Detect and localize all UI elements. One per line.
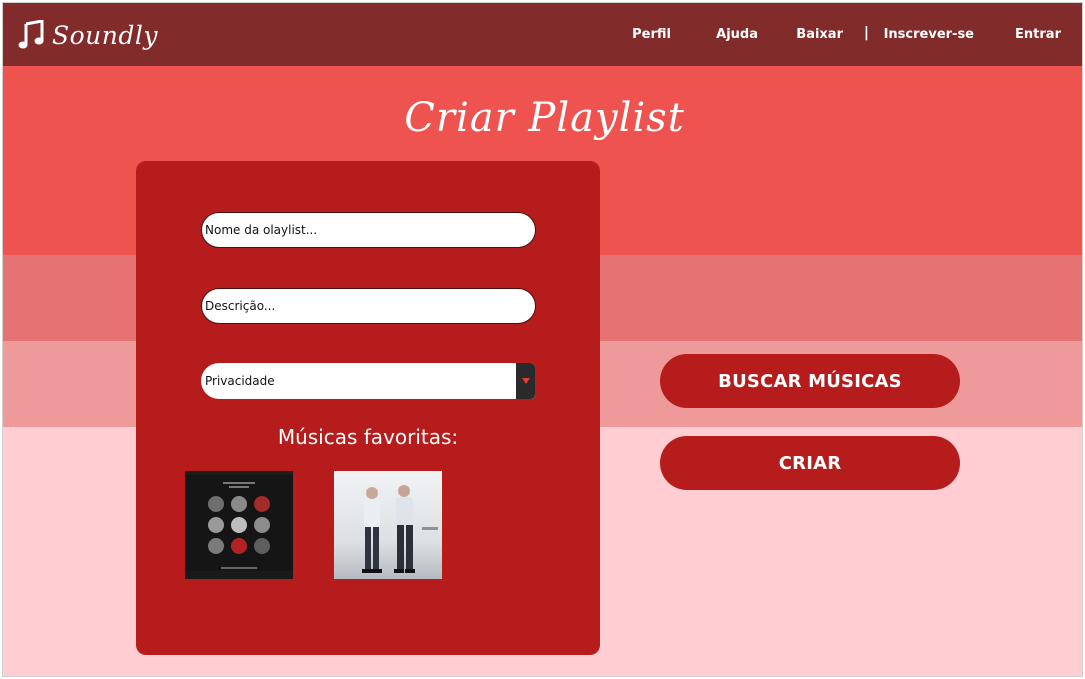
dropdown-arrow[interactable]	[516, 363, 535, 399]
nav-item-baixar[interactable]: Baixar	[796, 27, 843, 42]
playlist-name-input[interactable]	[201, 212, 536, 248]
nav-item-ajuda[interactable]: Ajuda	[716, 27, 758, 42]
nav-item-entrar[interactable]: Entrar	[1015, 27, 1061, 42]
album-art-figures	[334, 471, 442, 579]
playlist-form-card: Privacidade Músicas favoritas:	[136, 161, 600, 655]
nav-separator: |	[863, 25, 869, 41]
create-playlist-button[interactable]: CRIAR	[660, 436, 960, 490]
page-title: Criar Playlist	[404, 95, 685, 141]
music-note-icon	[18, 20, 44, 49]
favorites-title: Músicas favoritas:	[277, 425, 459, 449]
triangle-down-icon	[521, 378, 530, 384]
album-cover-2[interactable]	[334, 471, 442, 579]
privacy-select-value: Privacidade	[205, 374, 275, 388]
album-cover-1[interactable]	[185, 471, 293, 579]
brand-name: Soundly	[52, 20, 159, 50]
top-navbar: Soundly Perfil Ajuda Baixar | Inscrever-…	[3, 3, 1082, 66]
nav-item-inscrever-se[interactable]: Inscrever-se	[884, 27, 974, 42]
playlist-description-input[interactable]	[201, 288, 536, 324]
album-art-circles	[185, 471, 293, 579]
privacy-select[interactable]: Privacidade	[201, 363, 535, 399]
nav-item-perfil[interactable]: Perfil	[632, 27, 671, 42]
search-music-button[interactable]: BUSCAR MÚSICAS	[660, 354, 960, 408]
brand-logo[interactable]: Soundly	[18, 15, 158, 55]
app-frame: Soundly Perfil Ajuda Baixar | Inscrever-…	[2, 2, 1083, 677]
